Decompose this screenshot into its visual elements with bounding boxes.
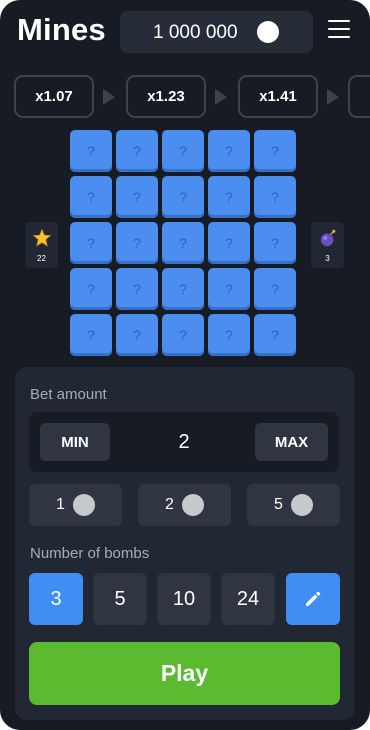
mines-grid: ????????????????????????? — [70, 130, 300, 360]
multiplier-step: x1.07 — [14, 75, 94, 118]
edit-bombs-button[interactable] — [286, 573, 340, 625]
header: Mines 1 000 000 — [0, 0, 370, 64]
multiplier-step: x1.41 — [238, 75, 318, 118]
grid-cell[interactable]: ? — [254, 176, 296, 218]
stars-counter: 22 — [25, 222, 58, 268]
grid-cell[interactable]: ? — [162, 176, 204, 218]
grid-cell[interactable]: ? — [116, 314, 158, 356]
play-button[interactable]: Play — [29, 642, 340, 705]
grid-cell[interactable]: ? — [162, 222, 204, 264]
arrow-right-icon — [103, 89, 115, 105]
grid-cell[interactable]: ? — [208, 314, 250, 356]
quick-bet-amount: 2 — [165, 496, 174, 513]
balance-display: 1 000 000 — [120, 11, 313, 53]
grid-cell[interactable]: ? — [254, 268, 296, 310]
grid-cell[interactable]: ? — [208, 176, 250, 218]
number-of-bombs-label: Number of bombs — [30, 545, 150, 562]
bombs-option-10[interactable]: 10 — [157, 573, 211, 625]
coin-icon — [257, 21, 279, 43]
quick-bet-amount: 1 — [56, 496, 65, 513]
max-button[interactable]: MAX — [255, 423, 328, 461]
grid-cell[interactable]: ? — [208, 268, 250, 310]
star-icon — [33, 229, 51, 247]
quick-bet-amount: 5 — [274, 496, 283, 513]
game-screen: Mines 1 000 000 x1.07 x1.23 x1.41 22 3 ?… — [0, 0, 370, 730]
grid-cell[interactable]: ? — [70, 314, 112, 356]
multiplier-step — [348, 75, 370, 118]
stars-count: 22 — [37, 254, 46, 263]
grid-cell[interactable]: ? — [70, 176, 112, 218]
chip-icon — [72, 494, 95, 516]
bombs-option-24[interactable]: 24 — [221, 573, 275, 625]
grid-cell[interactable]: ? — [116, 268, 158, 310]
grid-cell[interactable]: ? — [116, 130, 158, 172]
grid-cell[interactable]: ? — [254, 130, 296, 172]
grid-cell[interactable]: ? — [162, 314, 204, 356]
bombs-count: 3 — [325, 254, 330, 263]
bombs-option-5[interactable]: 5 — [93, 573, 147, 625]
quick-bet-button[interactable]: 1 — [29, 484, 122, 526]
quick-bet-button[interactable]: 5 — [247, 484, 340, 526]
bet-panel: Bet amount 2 MIN MAX 1 2 5 Number of bom… — [15, 367, 355, 720]
bet-amount-label: Bet amount — [30, 386, 107, 403]
min-button[interactable]: MIN — [40, 423, 110, 461]
pencil-icon — [306, 591, 321, 606]
grid-cell[interactable]: ? — [162, 268, 204, 310]
grid-cell[interactable]: ? — [162, 130, 204, 172]
bombs-option-3[interactable]: 3 — [29, 573, 83, 625]
multiplier-step: x1.23 — [126, 75, 206, 118]
chip-icon — [181, 494, 204, 516]
grid-cell[interactable]: ? — [116, 222, 158, 264]
bet-amount-row: 2 MIN MAX — [29, 412, 339, 472]
bomb-icon — [320, 229, 336, 247]
arrow-right-icon — [215, 89, 227, 105]
grid-cell[interactable]: ? — [254, 314, 296, 356]
balance-value: 1 000 000 — [153, 22, 238, 43]
quick-bet-button[interactable]: 2 — [138, 484, 231, 526]
grid-cell[interactable]: ? — [116, 176, 158, 218]
grid-cell[interactable]: ? — [70, 222, 112, 264]
grid-cell[interactable]: ? — [70, 130, 112, 172]
grid-cell[interactable]: ? — [208, 130, 250, 172]
game-title: Mines — [17, 12, 106, 47]
arrow-right-icon — [327, 89, 339, 105]
chip-icon — [290, 494, 313, 516]
hamburger-menu-icon[interactable] — [328, 20, 350, 40]
bombs-counter: 3 — [311, 222, 344, 268]
grid-cell[interactable]: ? — [208, 222, 250, 264]
grid-cell[interactable]: ? — [70, 268, 112, 310]
grid-cell[interactable]: ? — [254, 222, 296, 264]
